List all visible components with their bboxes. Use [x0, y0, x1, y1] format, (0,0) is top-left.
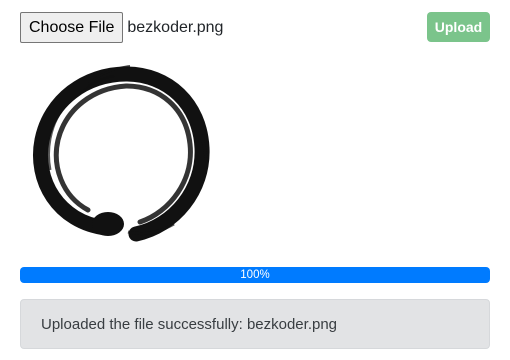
choose-file-button[interactable]: Choose File	[20, 12, 124, 43]
image-preview	[28, 60, 214, 242]
selected-file-name: bezkoder.png	[127, 18, 224, 36]
status-message: Uploaded the file successfully: bezkoder…	[20, 299, 490, 349]
progress-fill: 100%	[20, 267, 490, 283]
progress-label: 100%	[240, 269, 270, 281]
file-input[interactable]: Choose File bezkoder.png	[20, 12, 223, 43]
enso-circle-icon	[33, 65, 210, 242]
upload-progress-bar: 100%	[20, 267, 490, 283]
upload-button[interactable]: Upload	[427, 12, 490, 42]
status-message-text: Uploaded the file successfully: bezkoder…	[41, 315, 338, 333]
